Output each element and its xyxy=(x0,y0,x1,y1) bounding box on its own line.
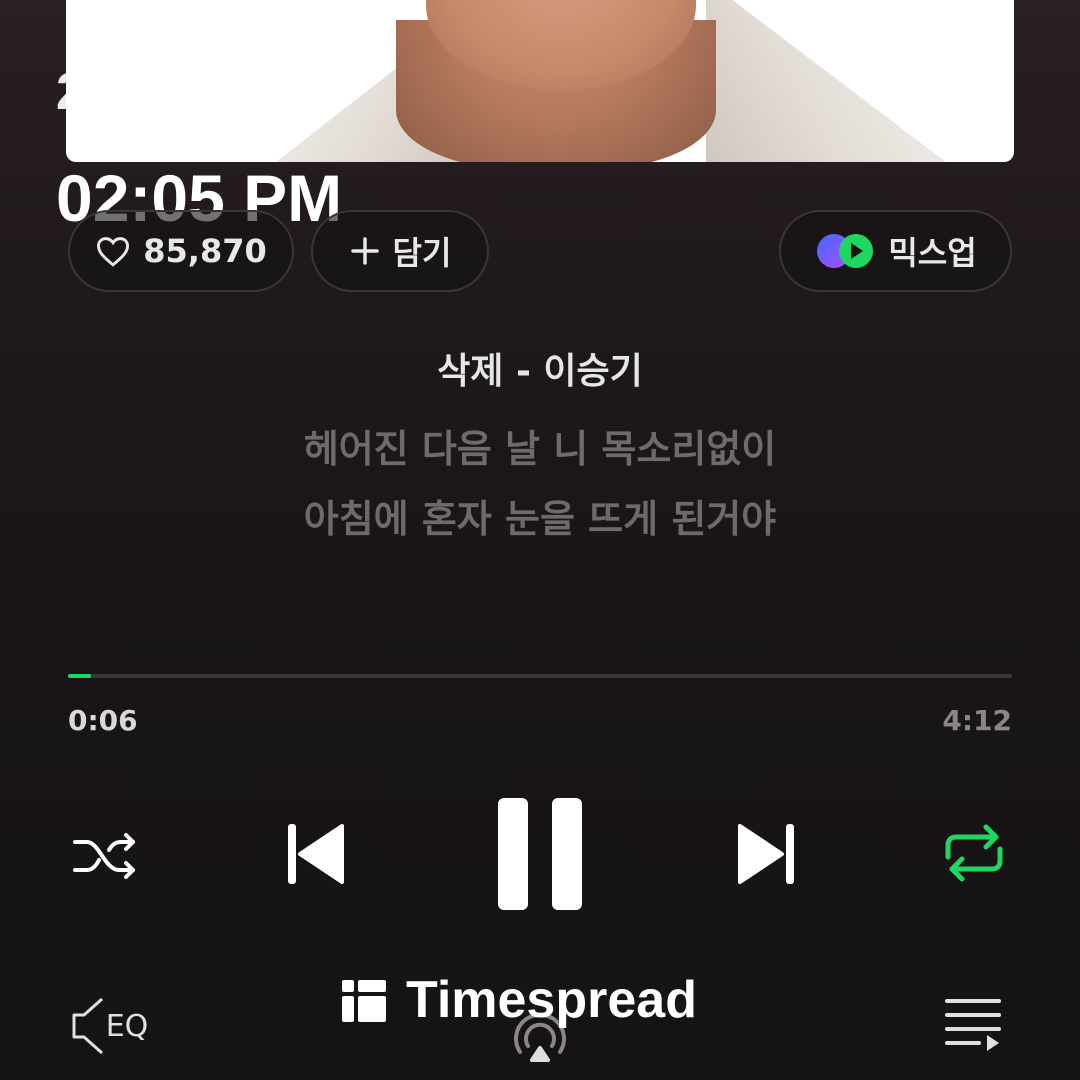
heart-icon xyxy=(95,235,131,267)
repeat-icon xyxy=(940,821,1008,889)
eq-button[interactable]: EQ xyxy=(64,992,154,1060)
mixup-icon xyxy=(814,231,876,271)
previous-button[interactable] xyxy=(282,820,348,892)
watermark-text: Timespread xyxy=(406,971,697,1029)
add-to-playlist-button[interactable]: 담기 xyxy=(311,210,489,292)
plus-icon xyxy=(349,235,381,267)
eq-label: EQ xyxy=(105,1008,149,1044)
pause-icon xyxy=(496,796,584,916)
current-time: 0:06 xyxy=(68,704,138,737)
like-button[interactable]: 85,870 xyxy=(68,210,294,292)
album-art-shirt-right xyxy=(706,0,946,162)
lyric-line[interactable]: 아침에 혼자 눈을 뜨게 된거야 xyxy=(0,488,1080,543)
repeat-button[interactable] xyxy=(938,822,1010,888)
next-button[interactable] xyxy=(734,820,800,892)
pause-button[interactable] xyxy=(496,798,584,914)
overlay-date: 2023-07-19 xyxy=(56,63,332,121)
progress-bar[interactable] xyxy=(68,674,1012,678)
skip-previous-icon xyxy=(284,820,346,892)
queue-icon xyxy=(943,995,1003,1055)
mixup-label: 믹스업 xyxy=(888,234,977,272)
lyric-line[interactable]: 헤어진 다음 날 니 목소리없이 xyxy=(0,418,1080,473)
eq-icon xyxy=(70,995,104,1057)
queue-button[interactable] xyxy=(942,996,1004,1054)
total-time: 4:12 xyxy=(942,704,1012,737)
progress-fill xyxy=(68,674,91,678)
song-title[interactable]: 삭제 - 이승기 xyxy=(0,342,1080,394)
watermark: Timespread xyxy=(340,970,697,1030)
shuffle-button[interactable] xyxy=(66,826,144,890)
mixup-button[interactable]: 믹스업 xyxy=(779,210,1012,292)
shuffle-icon xyxy=(69,828,141,888)
like-count: 85,870 xyxy=(143,232,267,270)
add-label: 담기 xyxy=(392,234,452,272)
timespread-logo-icon xyxy=(340,977,388,1023)
skip-next-icon xyxy=(736,820,798,892)
